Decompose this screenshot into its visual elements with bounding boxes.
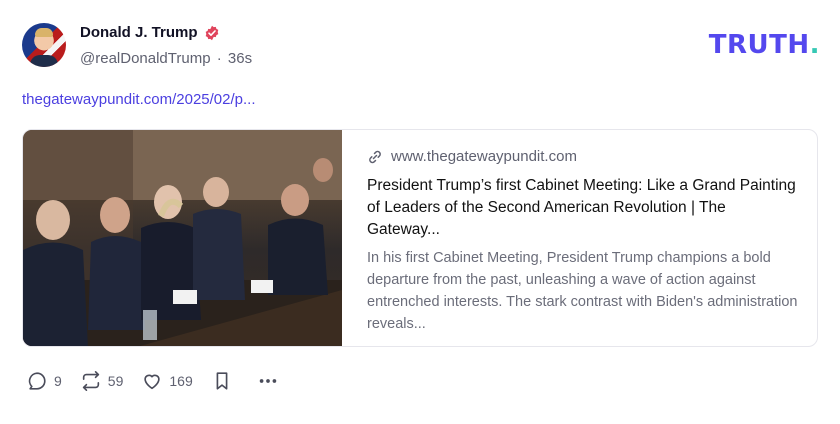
card-description: In his first Cabinet Meeting, President …: [367, 250, 798, 332]
card-domain-row: www.thegatewaypundit.com: [367, 148, 799, 165]
reply-icon: [28, 372, 46, 390]
truth-logo[interactable]: TRUTH.: [709, 30, 820, 60]
meta-separator: ·: [216, 50, 222, 67]
author-name[interactable]: Donald J. Trump: [80, 24, 198, 41]
verified-badge-icon: [205, 25, 218, 40]
post: Donald J. Trump @realDonaldTrump · 36s T…: [0, 0, 840, 424]
retruth-button[interactable]: 59: [80, 370, 124, 392]
reply-button[interactable]: 9: [26, 370, 62, 392]
logo-text: TRUTH: [708, 30, 810, 60]
card-image: [23, 130, 342, 346]
retruth-icon: [82, 371, 99, 391]
bookmark-icon: [216, 372, 228, 390]
card-title[interactable]: President Trump’s first Cabinet Meeting:…: [367, 175, 799, 241]
link-preview-card[interactable]: www.thegatewaypundit.com President Trump…: [22, 129, 818, 347]
bookmark-button[interactable]: [211, 370, 233, 392]
like-icon: [144, 374, 161, 390]
author-handle[interactable]: @realDonaldTrump: [80, 50, 211, 67]
post-time[interactable]: 36s: [228, 50, 252, 67]
post-link[interactable]: thegatewaypundit.com/2025/02/p...: [22, 91, 256, 108]
author-meta: @realDonaldTrump · 36s: [80, 50, 252, 67]
more-icon: [259, 379, 276, 383]
card-domain: www.thegatewaypundit.com: [391, 148, 577, 165]
author-row: Donald J. Trump: [80, 24, 220, 41]
avatar[interactable]: [22, 23, 66, 67]
post-actions: 9 59 169: [26, 370, 297, 392]
logo-dot: .: [809, 30, 820, 60]
like-button[interactable]: 169: [141, 370, 193, 392]
retruth-count: 59: [107, 373, 124, 389]
reply-count: 9: [54, 373, 62, 389]
link-icon: [369, 150, 381, 163]
more-button[interactable]: [257, 370, 279, 392]
card-body: www.thegatewaypundit.com President Trump…: [367, 148, 799, 335]
like-count: 169: [169, 373, 193, 389]
